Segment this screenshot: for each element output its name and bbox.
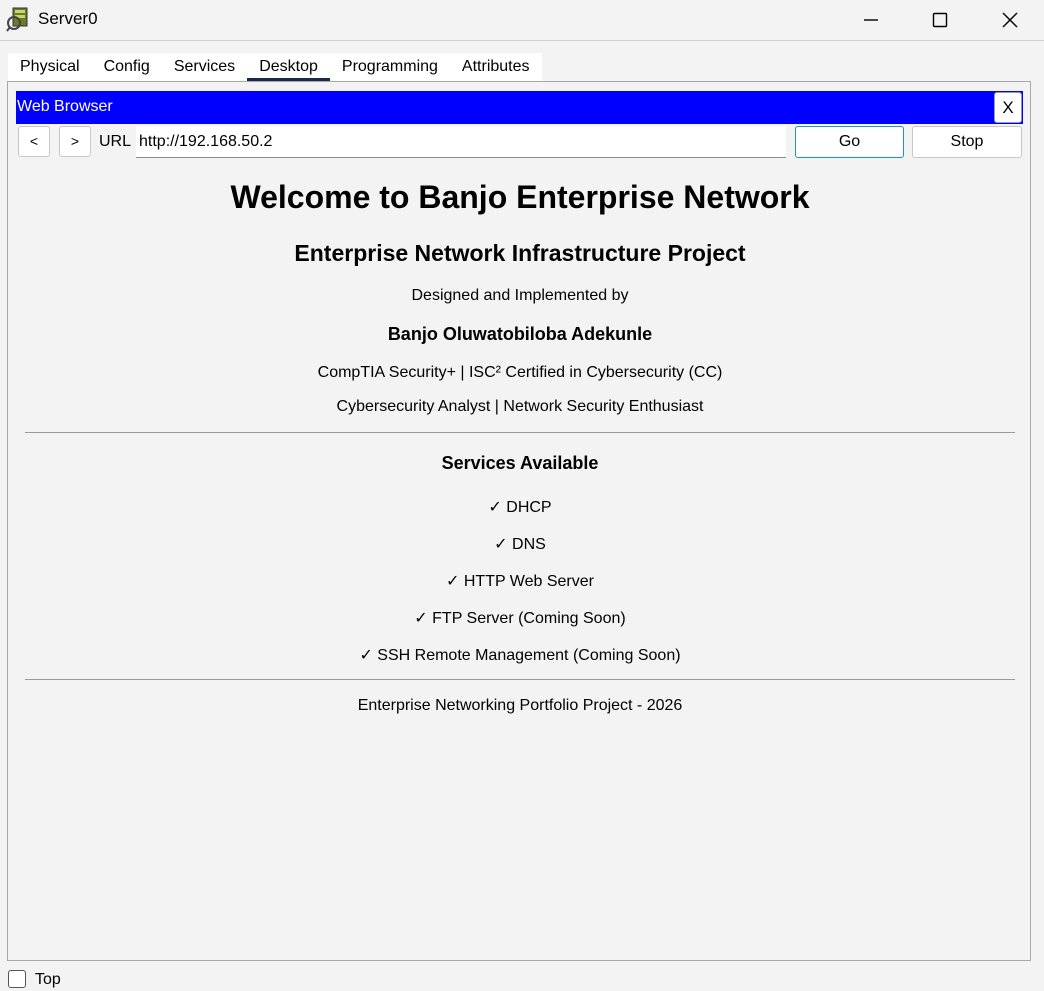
forward-button[interactable]: >: [59, 126, 91, 157]
tab-attributes[interactable]: Attributes: [450, 53, 542, 81]
tab-physical[interactable]: Physical: [8, 53, 92, 81]
roles-text: Cybersecurity Analyst | Network Security…: [336, 398, 704, 415]
service-item-ssh: ✓ SSH Remote Management (Coming Soon): [359, 647, 681, 664]
window-titlebar: Server0: [0, 0, 1044, 41]
minimize-icon: [863, 12, 879, 28]
url-label: URL: [99, 133, 132, 150]
url-input[interactable]: [136, 126, 786, 158]
service-item-http: ✓ HTTP Web Server: [446, 573, 594, 590]
go-button[interactable]: Go: [795, 126, 904, 158]
close-icon: [1002, 12, 1018, 28]
tab-desktop[interactable]: Desktop: [247, 53, 330, 82]
maximize-icon: [932, 12, 948, 28]
close-button[interactable]: [975, 0, 1044, 40]
stop-button[interactable]: Stop: [912, 126, 1022, 158]
browser-close-button[interactable]: X: [994, 92, 1022, 123]
tab-programming[interactable]: Programming: [330, 53, 450, 81]
page-title: Welcome to Banjo Enterprise Network: [230, 179, 810, 215]
tab-config[interactable]: Config: [92, 53, 162, 81]
page-subtitle: Enterprise Network Infrastructure Projec…: [294, 240, 746, 266]
page-footer: Enterprise Networking Portfolio Project …: [357, 697, 683, 714]
certifications-text: CompTIA Security+ | ISC² Certified in Cy…: [317, 364, 723, 381]
top-checkbox-label: Top: [35, 971, 61, 988]
designed-by-text: Designed and Implemented by: [411, 287, 629, 304]
service-item-ftp: ✓ FTP Server (Coming Soon): [414, 610, 626, 627]
web-browser-titlebar: Web Browser X: [16, 91, 1023, 124]
window-title: Server0: [38, 9, 98, 28]
divider: [25, 432, 1015, 433]
back-button[interactable]: <: [18, 126, 50, 157]
maximize-button[interactable]: [905, 0, 975, 40]
service-item-dns: ✓ DNS: [494, 536, 546, 553]
services-heading: Services Available: [441, 453, 599, 473]
web-page-content: Welcome to Banjo Enterprise Network Ente…: [18, 160, 1022, 955]
tab-services[interactable]: Services: [162, 53, 247, 81]
web-browser-title: Web Browser: [17, 98, 113, 115]
top-checkbox[interactable]: [8, 970, 26, 988]
device-tabs: Physical Config Services Desktop Program…: [8, 53, 542, 82]
minimize-button[interactable]: [836, 0, 906, 40]
packet-tracer-server-icon: [6, 6, 32, 32]
divider: [25, 679, 1015, 680]
author-name: Banjo Oluwatobiloba Adekunle: [387, 324, 653, 344]
service-item-dhcp: ✓ DHCP: [488, 499, 552, 516]
